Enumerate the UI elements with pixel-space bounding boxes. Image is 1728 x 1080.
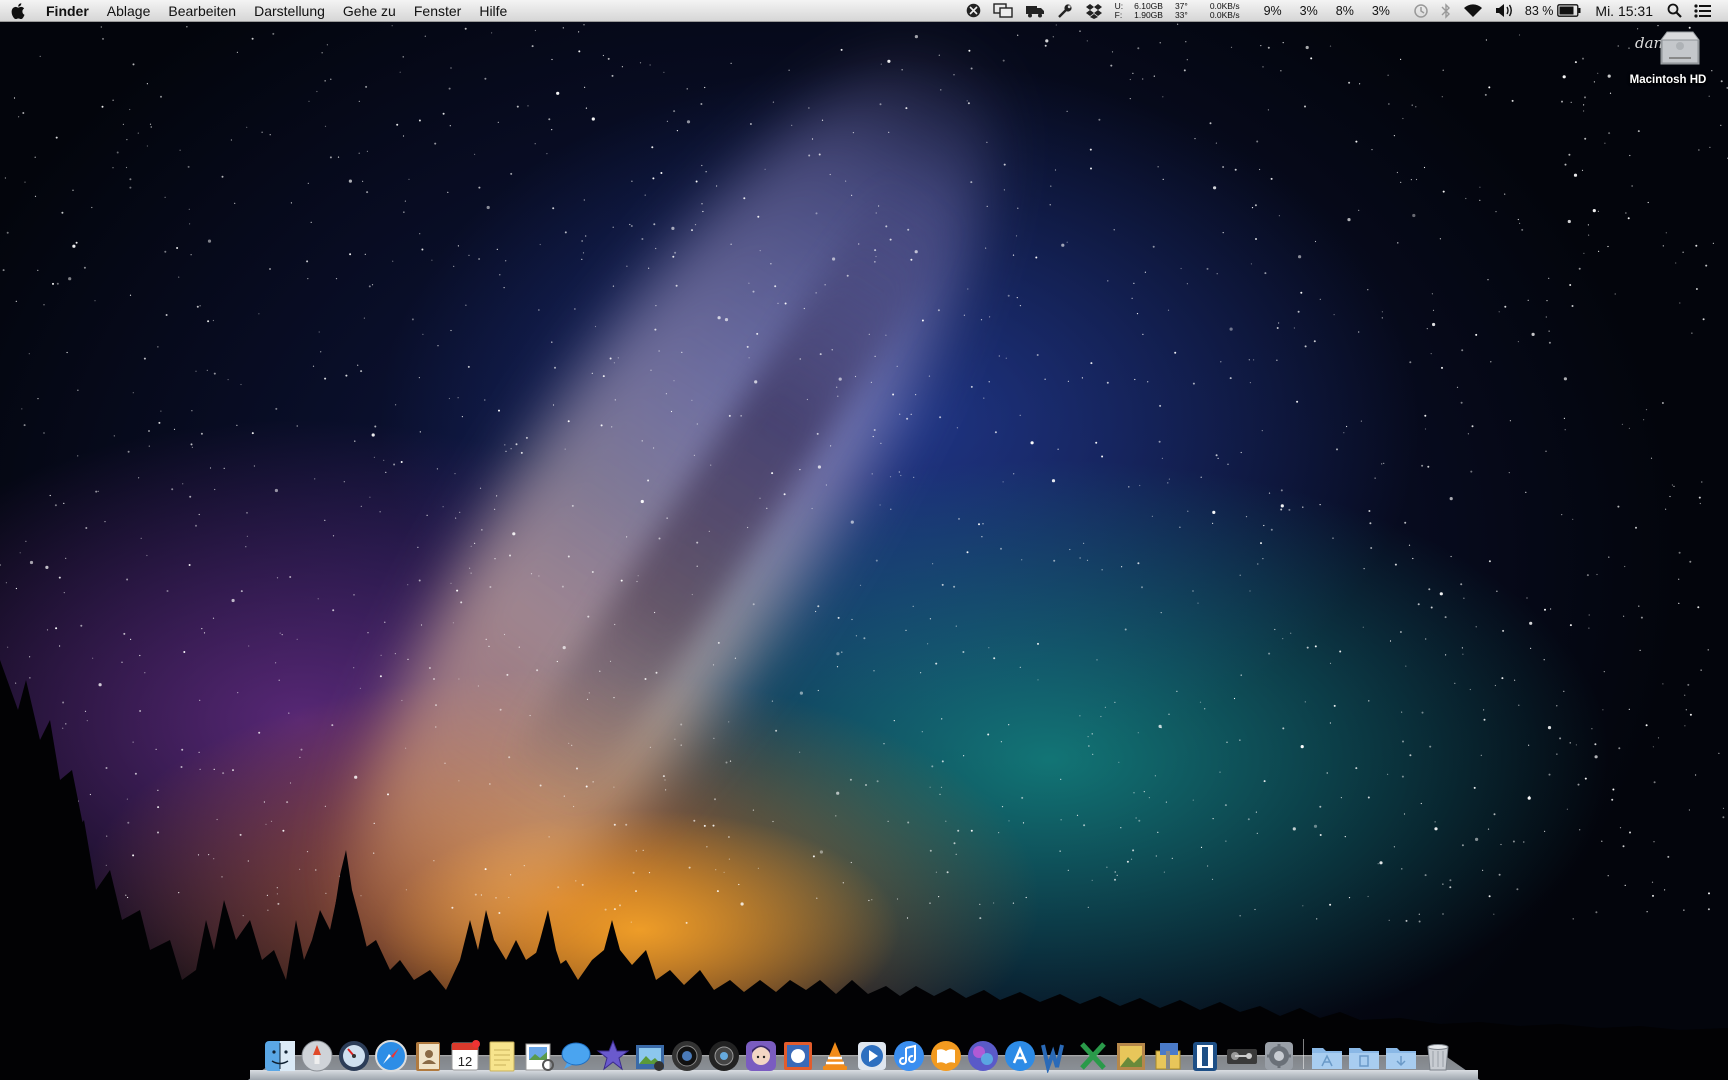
display-mirroring-icon[interactable] bbox=[987, 0, 1019, 22]
trash-icon[interactable] bbox=[1420, 1033, 1456, 1073]
dock-separator bbox=[1298, 1039, 1308, 1073]
finder-icon[interactable] bbox=[262, 1033, 298, 1073]
menu-hilfe[interactable]: Hilfe bbox=[470, 0, 516, 22]
documents-folder-icon[interactable] bbox=[1346, 1033, 1382, 1073]
photo-booth-icon[interactable] bbox=[706, 1033, 742, 1073]
notes-icon[interactable] bbox=[484, 1033, 520, 1073]
menu-app-finder[interactable]: Finder bbox=[36, 0, 98, 22]
drive-label: Macintosh HD bbox=[1629, 74, 1707, 86]
downloads-folder-icon[interactable] bbox=[1383, 1033, 1419, 1073]
menu-ablage[interactable]: Ablage bbox=[98, 0, 160, 22]
dashboard-icon[interactable] bbox=[336, 1033, 372, 1073]
word-icon[interactable] bbox=[1039, 1033, 1075, 1073]
desktop-wallpaper bbox=[0, 0, 1728, 1080]
transfer-truck-icon[interactable] bbox=[1019, 0, 1051, 22]
game-center-icon[interactable] bbox=[965, 1033, 1001, 1073]
spotlight-icon[interactable] bbox=[1661, 0, 1688, 22]
menu-clock[interactable]: Mi. 15:31 bbox=[1587, 0, 1661, 22]
notification-center-icon[interactable] bbox=[1688, 0, 1718, 22]
menu-fenster[interactable]: Fenster bbox=[405, 0, 470, 22]
itunes-icon[interactable] bbox=[891, 1033, 927, 1073]
cpu-1-stat[interactable]: 9% bbox=[1246, 0, 1291, 22]
aperture-icon[interactable] bbox=[669, 1033, 705, 1073]
volume-icon[interactable] bbox=[1489, 0, 1519, 22]
calendar-icon[interactable]: 12 bbox=[447, 1033, 483, 1073]
imovie-icon[interactable] bbox=[595, 1033, 631, 1073]
accessibility-icon[interactable] bbox=[960, 0, 987, 22]
cpu-3-stat[interactable]: 8% bbox=[1327, 0, 1363, 22]
apple-menu-icon[interactable] bbox=[0, 0, 36, 22]
excel-icon[interactable] bbox=[1076, 1033, 1112, 1073]
temp-2-value: 33° bbox=[1174, 9, 1188, 20]
app-store-icon[interactable] bbox=[1002, 1033, 1038, 1073]
iphoto-icon[interactable] bbox=[632, 1033, 668, 1073]
time-machine-icon[interactable] bbox=[1399, 0, 1435, 22]
menu-bar: Finder Ablage Bearbeiten Darstellung Geh… bbox=[0, 0, 1728, 22]
safari-icon[interactable] bbox=[373, 1033, 409, 1073]
preview-icon[interactable] bbox=[521, 1033, 557, 1073]
disk-usage-stat[interactable]: U: F: 6.10GB 1.90GB bbox=[1109, 0, 1169, 22]
tools-icon[interactable] bbox=[1051, 0, 1079, 22]
bluetooth-icon[interactable] bbox=[1435, 0, 1457, 22]
character-app-icon[interactable] bbox=[743, 1033, 779, 1073]
disk-f-label: F: bbox=[1114, 9, 1123, 20]
photo-frame-icon[interactable] bbox=[1113, 1033, 1149, 1073]
dropbox-icon[interactable] bbox=[1079, 0, 1109, 22]
hard-drive-icon: dan bbox=[1635, 31, 1700, 65]
steam-icon[interactable] bbox=[1224, 1033, 1260, 1073]
dock: 12 bbox=[262, 1033, 1456, 1073]
ibooks-icon[interactable] bbox=[928, 1033, 964, 1073]
cpu-2-stat[interactable]: 3% bbox=[1291, 0, 1327, 22]
wifi-icon[interactable] bbox=[1457, 0, 1489, 22]
mail-stamp-icon[interactable] bbox=[780, 1033, 816, 1073]
contacts-icon[interactable] bbox=[410, 1033, 446, 1073]
menu-darstellung[interactable]: Darstellung bbox=[245, 0, 334, 22]
cpu-4-stat[interactable]: 3% bbox=[1363, 0, 1399, 22]
launchpad-icon[interactable] bbox=[299, 1033, 335, 1073]
network-stat[interactable]: 0.0KB/s 0.0KB/s bbox=[1194, 0, 1246, 22]
tree-silhouettes bbox=[0, 660, 1728, 1080]
quicktime-icon[interactable] bbox=[854, 1033, 890, 1073]
system-preferences-icon[interactable] bbox=[1261, 1033, 1297, 1073]
text-editor-icon[interactable] bbox=[1187, 1033, 1223, 1073]
battery-icon[interactable] bbox=[1557, 0, 1587, 22]
net-down-value: 0.0KB/s bbox=[1209, 9, 1240, 20]
messages-icon[interactable] bbox=[558, 1033, 594, 1073]
svg-text:12: 12 bbox=[458, 1054, 472, 1069]
svg-text:dan: dan bbox=[1635, 34, 1663, 52]
menu-gehe-zu[interactable]: Gehe zu bbox=[334, 0, 405, 22]
menu-bearbeiten[interactable]: Bearbeiten bbox=[159, 0, 245, 22]
battery-percentage[interactable]: 83 % bbox=[1519, 0, 1558, 22]
desktop-drive-icon[interactable]: dan Macintosh HD bbox=[1622, 26, 1714, 86]
temperature-stat[interactable]: 37° 33° bbox=[1169, 0, 1194, 22]
applications-folder-icon[interactable] bbox=[1309, 1033, 1345, 1073]
vlc-icon[interactable] bbox=[817, 1033, 853, 1073]
disk-free-value: 1.90GB bbox=[1134, 9, 1163, 20]
archive-utility-icon[interactable] bbox=[1150, 1033, 1186, 1073]
